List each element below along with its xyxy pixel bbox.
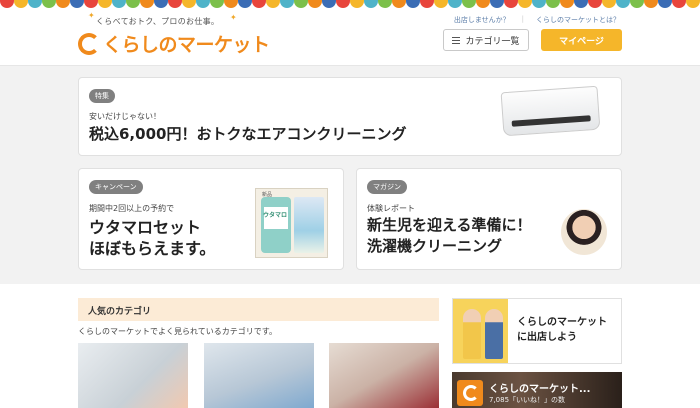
popular-category-description: くらしのマーケットでよく見られているカテゴリです。 <box>78 327 277 336</box>
bunting-flag <box>392 0 406 8</box>
bunting-flag <box>308 0 322 8</box>
facebook-banner-title: くらしのマーケット... <box>489 384 591 395</box>
sparkle-icon: ✦ <box>230 13 237 22</box>
bunting-flag <box>224 0 238 8</box>
logo-mark-icon <box>78 32 100 55</box>
category-list-label: カテゴリ一覧 <box>465 36 520 47</box>
bunting-flag <box>252 0 266 8</box>
bunting-flag <box>154 0 168 8</box>
bunting-decoration <box>0 0 700 8</box>
bunting-flag <box>504 0 518 8</box>
bunting-flag <box>168 0 182 8</box>
bunting-flag <box>294 0 308 8</box>
bunting-flag <box>574 0 588 8</box>
product-label: ウタマロ <box>263 212 288 219</box>
site-logo[interactable]: くらしのマーケット <box>78 30 270 57</box>
bunting-flag <box>322 0 336 8</box>
bunting-flag <box>42 0 56 8</box>
open-shop-banner[interactable]: くらしのマーケット に出店しよう <box>452 298 622 364</box>
bunting-flag <box>560 0 574 8</box>
bunting-flag <box>420 0 434 8</box>
bunting-flag <box>0 0 14 8</box>
product-top-label: 新品 <box>262 192 273 198</box>
bunting-flag <box>28 0 42 8</box>
bunting-flag <box>280 0 294 8</box>
top-links: 出店しませんか？ | くらしのマーケットとは？ <box>454 15 620 25</box>
campaign-badge: キャンペーン <box>89 180 143 194</box>
bunting-flag <box>84 0 98 8</box>
bunting-flag <box>350 0 364 8</box>
bottle-image <box>261 197 291 253</box>
bunting-flag <box>70 0 84 8</box>
bunting-flag <box>406 0 420 8</box>
bunting-flag <box>182 0 196 8</box>
bunting-flag <box>434 0 448 8</box>
feature-lead: 安いだけじゃない！ <box>89 112 161 121</box>
bunting-flag <box>378 0 392 8</box>
logo-text: くらしのマーケット <box>103 34 270 56</box>
bunting-flag <box>266 0 280 8</box>
bunting-flag <box>616 0 630 8</box>
menu-icon <box>452 36 461 44</box>
open-shop-text-line1: くらしのマーケット <box>517 317 607 328</box>
towel-image <box>294 197 324 253</box>
bunting-flag <box>532 0 546 8</box>
bunting-flag <box>490 0 504 8</box>
bunting-flag <box>686 0 700 8</box>
bunting-flag <box>196 0 210 8</box>
bunting-flag <box>210 0 224 8</box>
link-about[interactable]: くらしのマーケットとは？ <box>536 15 620 25</box>
product-set-image: 新品 ウタマロ <box>255 188 328 258</box>
popular-category-heading: 人気のカテゴリ <box>78 298 439 321</box>
open-shop-text: くらしのマーケット に出店しよう <box>517 315 607 345</box>
person-image <box>485 309 503 359</box>
bunting-flag <box>14 0 28 8</box>
bunting-flag <box>140 0 154 8</box>
bunting-flag <box>546 0 560 8</box>
air-conditioner-image <box>500 85 601 137</box>
category-list-button[interactable]: カテゴリ一覧 <box>443 29 529 51</box>
facebook-banner[interactable]: くらしのマーケット... 7,085「いいね！」の数 <box>452 372 622 408</box>
feature-badge: 特集 <box>89 89 115 103</box>
bunting-flag <box>56 0 70 8</box>
campaign-lead: 期間中2回以上の予約で <box>89 204 175 213</box>
bunting-flag <box>630 0 644 8</box>
bunting-flag <box>238 0 252 8</box>
tagline: くらべておトク、プロのお仕事。 <box>96 17 220 26</box>
bunting-flag <box>658 0 672 8</box>
link-open-shop[interactable]: 出店しませんか？ <box>454 15 510 25</box>
magazine-lead: 体験レポート <box>367 204 415 213</box>
bunting-flag <box>462 0 476 8</box>
bunting-flag <box>644 0 658 8</box>
campaign-title-line2: ほぼもらえます。 <box>89 239 216 258</box>
brand-logo-icon <box>457 380 483 406</box>
bunting-flag <box>518 0 532 8</box>
person-image <box>463 309 481 359</box>
sparkle-icon: ✦ <box>88 11 95 20</box>
magazine-title-line2: 洗濯機クリーニング <box>367 237 503 255</box>
bunting-flag <box>588 0 602 8</box>
mypage-button[interactable]: マイページ <box>541 29 622 51</box>
feature-title: 税込6,000円！おトクなエアコンクリーニング <box>89 125 407 143</box>
bunting-flag <box>98 0 112 8</box>
bunting-flag <box>364 0 378 8</box>
bunting-flag <box>126 0 140 8</box>
bunting-flag <box>672 0 686 8</box>
category-thumb-aircon[interactable] <box>78 343 188 408</box>
bunting-flag <box>602 0 616 8</box>
open-shop-text-line2: に出店しよう <box>517 332 577 343</box>
category-thumb-cleaning[interactable] <box>204 343 314 408</box>
bunting-flag <box>112 0 126 8</box>
bunting-flag <box>476 0 490 8</box>
category-thumb-bath[interactable] <box>329 343 439 408</box>
person-photo <box>561 209 607 255</box>
facebook-likes: 7,085「いいね！」の数 <box>489 396 566 404</box>
bunting-flag <box>448 0 462 8</box>
magazine-title-line1: 新生児を迎える準備に！ <box>367 216 532 234</box>
divider: | <box>521 15 524 23</box>
magazine-badge: マガジン <box>367 180 407 194</box>
bunting-flag <box>336 0 350 8</box>
